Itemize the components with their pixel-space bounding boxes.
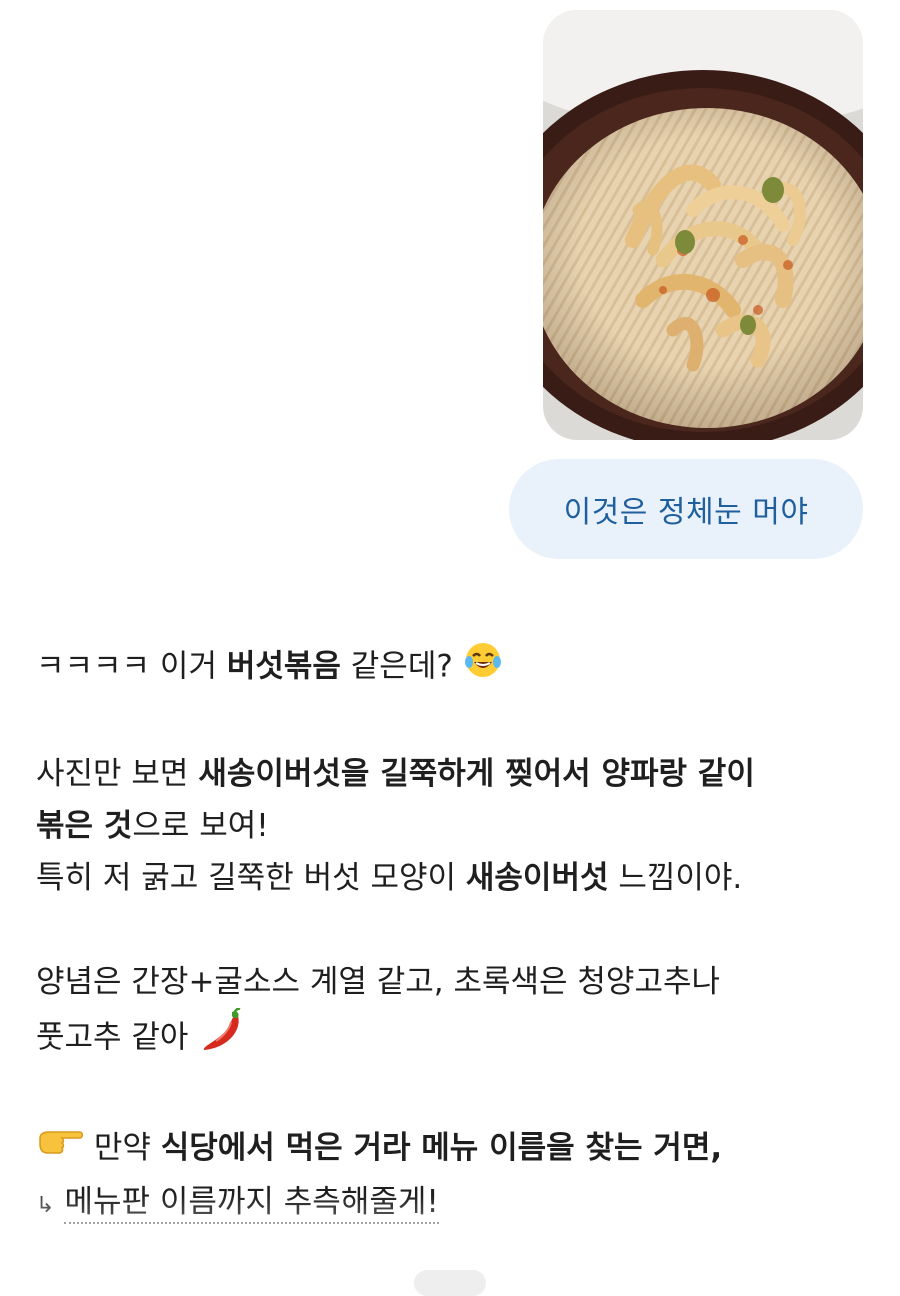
reply-line-3: 볶은 것으로 보여! (36, 808, 269, 844)
reply-line-5: 양념은 간장+굴소스 계열 같고, 초록색은 청양고추나 (36, 964, 721, 1000)
reply-line-4: 특히 저 굵고 길쭉한 버섯 모양이 새송이버섯 느낌이야. (36, 860, 743, 896)
user-message-text: 이것은 정체눈 머야 (563, 495, 809, 530)
scroll-handle[interactable] (414, 1270, 486, 1296)
reply-line-1: ㅋㅋㅋㅋ 이거 버섯볶음 같은데? (36, 640, 876, 696)
return-arrow-icon: ↳ (36, 1192, 55, 1218)
reply-line-8[interactable]: ↳ 메뉴판 이름까지 추측해줄게! (36, 1176, 876, 1232)
laughing-tears-emoji-icon (463, 640, 503, 696)
pointing-hand-emoji-icon (36, 1124, 84, 1176)
user-message-bubble: 이것은 정체눈 머야 (509, 459, 863, 559)
reply-line-6: 풋고추 같아 (36, 1007, 876, 1070)
chili-pepper-emoji-icon (198, 1007, 246, 1070)
assistant-reply: ㅋㅋㅋㅋ 이거 버섯볶음 같은데? 사진만 보면 새송이버섯을 길쭉하게 찢어서… (36, 640, 876, 1232)
user-photo[interactable] (543, 10, 863, 440)
follow-up-suggestion-link[interactable]: 메뉴판 이름까지 추측해줄게! (64, 1183, 439, 1224)
reply-line-2: 사진만 보면 새송이버섯을 길쭉하게 찢어서 양파랑 같이 (36, 756, 755, 792)
reply-line-7: 만약 식당에서 먹은 거라 메뉴 이름을 찾는 거면, (36, 1122, 876, 1176)
mushroom-dish-photo-icon (543, 10, 863, 440)
